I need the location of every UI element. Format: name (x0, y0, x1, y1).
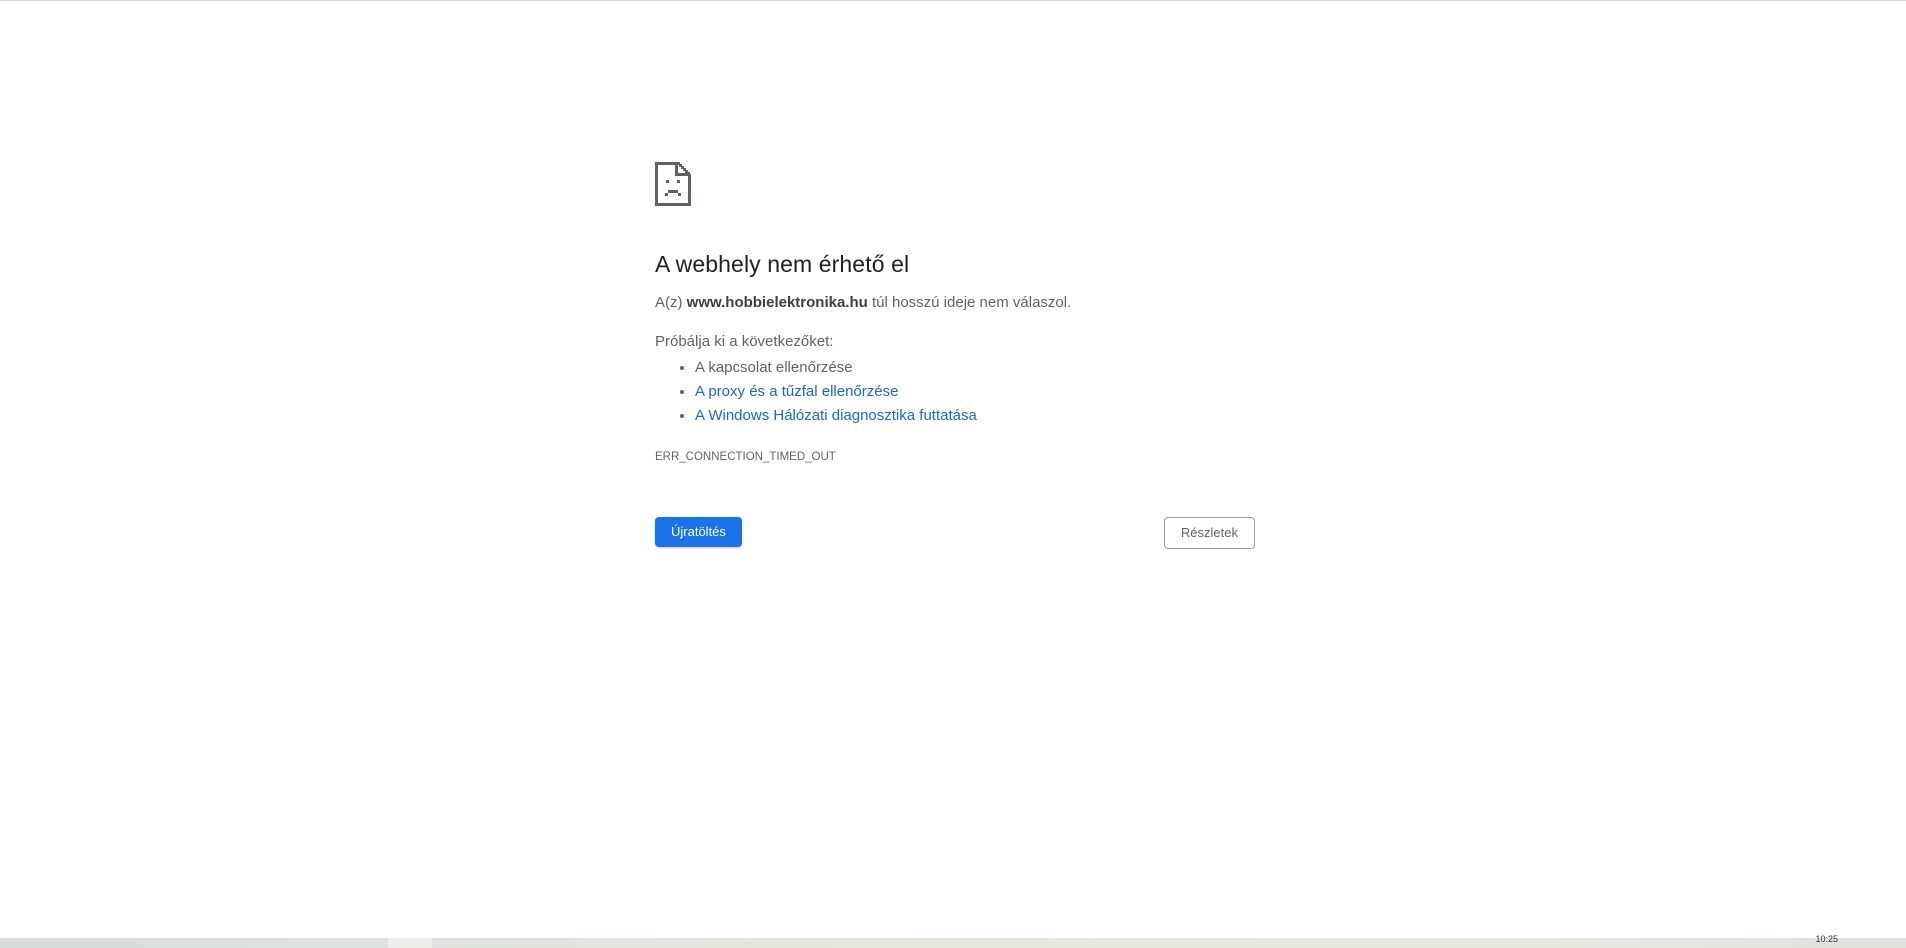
taskbar-clock[interactable]: 10:25 (1815, 934, 1838, 944)
summary-prefix: A(z) (655, 294, 687, 311)
error-summary: A(z) www.hobbielektronika.hu túl hosszú … (655, 293, 1255, 313)
reload-button[interactable]: Újratöltés (655, 517, 742, 547)
summary-suffix: túl hosszú ideje nem válaszol. (867, 294, 1072, 311)
taskbar-segment[interactable] (388, 938, 432, 948)
suggestion-text-connection: A kapcsolat ellenőrzése (695, 359, 853, 376)
error-code: ERR_CONNECTION_TIMED_OUT (655, 451, 836, 463)
page-title: A webhely nem érhető el (655, 251, 910, 277)
error-page: A webhely nem érhető el A(z) www.hobbiel… (0, 0, 1906, 938)
error-container: A webhely nem érhető el A(z) www.hobbiel… (655, 162, 1255, 551)
suggestion-item-proxy: A proxy és a tűzfal ellenőrzése (695, 380, 1255, 404)
suggestion-link-diagnostics[interactable]: A Windows Hálózati diagnosztika futtatás… (695, 407, 977, 424)
taskbar: 10:25 (0, 934, 1906, 948)
suggestion-item-diagnostics: A Windows Hálózati diagnosztika futtatás… (695, 404, 1255, 428)
suggestions-list: A kapcsolat ellenőrzése A proxy és a tűz… (655, 356, 1255, 428)
suggestion-link-proxy[interactable]: A proxy és a tűzfal ellenőrzése (695, 383, 898, 400)
summary-host: www.hobbielektronika.hu (686, 294, 868, 311)
details-button[interactable]: Részletek (1163, 517, 1255, 549)
button-row: Újratöltés Részletek (655, 517, 1255, 551)
suggestions-intro: Próbálja ki a következőket: (655, 333, 834, 350)
sad-document-icon (655, 162, 691, 206)
suggestion-item-connection: A kapcsolat ellenőrzése (695, 356, 1255, 380)
